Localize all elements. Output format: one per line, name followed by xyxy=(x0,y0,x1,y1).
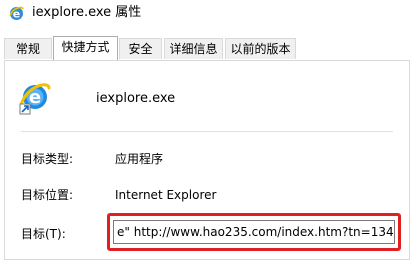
tab-security[interactable]: 安全 xyxy=(119,38,162,59)
internet-explorer-icon: e xyxy=(19,83,51,115)
tab-details[interactable]: 详细信息 xyxy=(164,38,223,59)
target-type-value: 应用程序 xyxy=(115,152,164,166)
target-label: 目标(T): xyxy=(21,227,66,241)
tab-general[interactable]: 常规 xyxy=(4,38,52,59)
target-field[interactable]: e" http://www.hao235.com/index.htm?tn=13… xyxy=(113,220,395,244)
window-title: iexplore.exe 属性 xyxy=(32,5,142,20)
target-location-label: 目标位置: xyxy=(21,188,74,202)
tab-shortcut[interactable]: 快捷方式 xyxy=(53,36,118,60)
ie-file-icon: e xyxy=(9,6,24,21)
shortcut-file-name: iexplore.exe xyxy=(96,91,176,106)
tab-previous-versions[interactable]: 以前的版本 xyxy=(225,38,296,59)
target-location-value: Internet Explorer xyxy=(115,188,217,202)
title-bar: e iexplore.exe 属性 xyxy=(0,0,414,31)
divider xyxy=(21,131,393,132)
target-type-label: 目标类型: xyxy=(21,152,74,166)
